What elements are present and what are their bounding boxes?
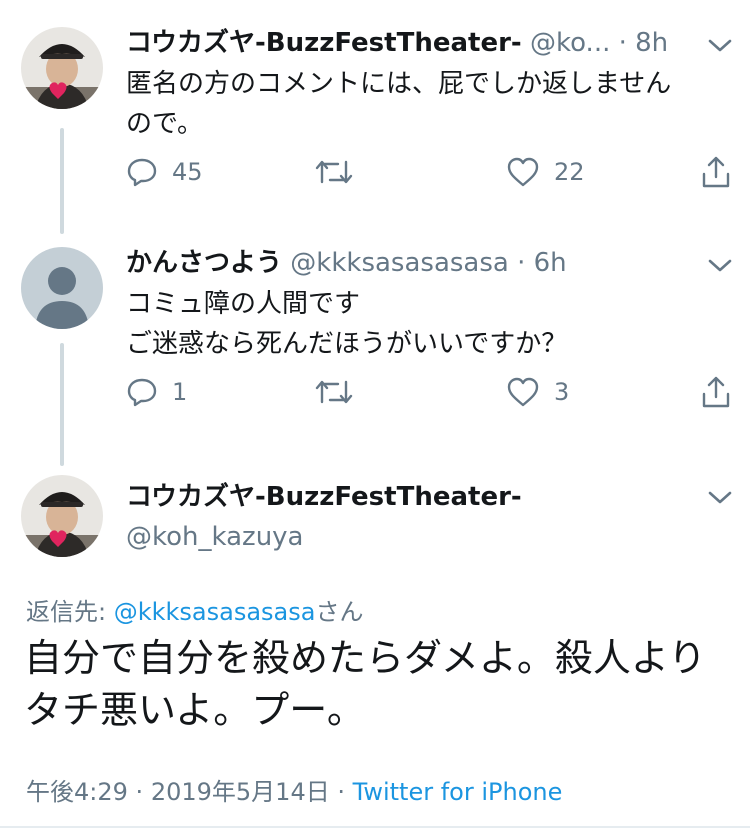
reply-button[interactable]: 1	[126, 376, 187, 408]
separator-dot: ·	[337, 778, 345, 806]
tweet-text-line: 匿名の方のコメントには、屁でしか返しません	[126, 69, 672, 99]
replying-to-handle[interactable]: @kkksasasasasa	[114, 598, 316, 626]
author-name[interactable]: かんさつよう	[126, 248, 282, 278]
like-icon	[507, 157, 539, 187]
thread-line	[60, 343, 64, 466]
reply-icon	[127, 158, 157, 187]
author-name-text: コウカズヤ-BuzzFestTheater-	[126, 482, 522, 512]
author-handle[interactable]: @kkksasasasasa	[290, 248, 509, 278]
share-icon	[702, 156, 730, 188]
replying-to-suffix: さん	[315, 598, 364, 626]
tweet-text-line: ご迷惑なら死んだほうがいいですか？	[126, 329, 568, 359]
share-button[interactable]	[700, 374, 732, 410]
thread-line	[60, 128, 64, 234]
main-tweet-text: 自分で自分を殺めたらダメよ。殺人よりタチ悪いよ。プー。	[24, 636, 707, 732]
tweet-text: コミュ障の人間です ご迷惑なら死んだほうがいいですか？	[126, 284, 567, 364]
separator-dot: ·	[517, 248, 526, 278]
retweet-icon	[315, 380, 353, 404]
tweet-header: かんさつよう @kkksasasasasa · 6h	[126, 246, 567, 280]
tweet-meta: 午後4:29 · 2019年5月14日 · Twitter for iPhone	[26, 772, 562, 807]
tweet-text: 匿名の方のコメントには、屁でしか返しません ので。	[126, 64, 671, 144]
chevron-down-icon[interactable]	[705, 256, 735, 276]
author-handle[interactable]: @ko...	[530, 28, 610, 58]
author-handle-text: @koh_kazuya	[126, 522, 304, 552]
like-count: 3	[554, 378, 570, 406]
tweet-date[interactable]: 2019年5月14日	[151, 778, 330, 806]
like-button[interactable]: 22	[506, 156, 585, 188]
tweet-client[interactable]: Twitter for iPhone	[353, 778, 563, 806]
retweet-button[interactable]	[314, 156, 354, 188]
replying-to-label: 返信先:	[26, 598, 114, 626]
share-button[interactable]	[700, 154, 732, 190]
share-icon	[702, 376, 730, 408]
tweet-time[interactable]: 午後4:29	[26, 778, 128, 806]
chevron-down-icon[interactable]	[705, 36, 735, 56]
reply-button[interactable]: 45	[126, 156, 203, 188]
author-name[interactable]: コウカズヤ-BuzzFestTheater-	[126, 28, 522, 58]
retweet-icon	[315, 160, 353, 184]
separator-dot: ·	[618, 28, 627, 58]
retweet-button[interactable]	[314, 376, 354, 408]
like-count: 22	[554, 158, 585, 186]
timestamp[interactable]: 6h	[534, 248, 567, 278]
timestamp[interactable]: 8h	[635, 28, 668, 58]
tweet-text-line: ので。	[126, 109, 203, 139]
like-button[interactable]: 3	[506, 376, 569, 408]
like-icon	[507, 377, 539, 407]
tweet-text-line: コミュ障の人間です	[126, 289, 361, 319]
chevron-down-icon[interactable]	[705, 488, 735, 508]
author-handle[interactable]: @koh_kazuya	[126, 520, 304, 554]
replying-to: 返信先: @kkksasasasasaさん	[26, 592, 363, 627]
reply-count: 1	[172, 378, 188, 406]
avatar[interactable]	[21, 475, 103, 557]
reply-icon	[127, 378, 157, 407]
separator-dot: ·	[135, 778, 144, 806]
avatar[interactable]	[21, 247, 103, 329]
reply-count: 45	[172, 158, 203, 186]
tweet-header: コウカズヤ-BuzzFestTheater- @ko... · 8h	[126, 26, 668, 60]
author-name[interactable]: コウカズヤ-BuzzFestTheater-	[126, 480, 522, 514]
avatar[interactable]	[21, 27, 103, 109]
